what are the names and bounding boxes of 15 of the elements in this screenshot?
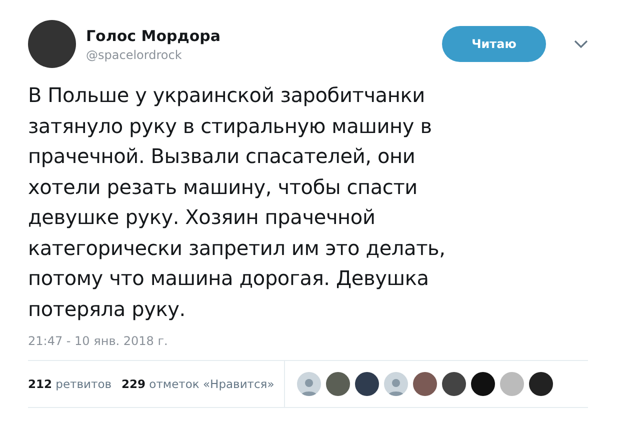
author-name[interactable]: Голос Мордора <box>86 26 432 44</box>
chevron-down-icon[interactable] <box>574 39 588 49</box>
avatar-photo-placeholder[interactable] <box>326 372 350 396</box>
tweet-text: В Польше у украинской заробитчанки затянуло руку в стиральную машину в прачечной. Вызвали спасателей, они хотели резать машину, чтобы спасти девушке руку. Хозяин прачечной категорически запретил им это делать, потому что машина дорогая. Девушка потеряла руку. <box>28 82 446 322</box>
stat-count[interactable]: 212 ретвитов <box>28 377 112 391</box>
stat-count[interactable]: 229 отметок «Нравится» <box>122 377 274 391</box>
avatar-photo-placeholder[interactable] <box>355 372 380 396</box>
default-avatar-icon[interactable] <box>297 372 322 396</box>
default-avatar-icon[interactable] <box>384 372 408 396</box>
avatar-photo-placeholder[interactable] <box>529 372 554 396</box>
avatar-photo-placeholder[interactable] <box>413 372 438 396</box>
avatar-photo-placeholder[interactable] <box>442 372 466 396</box>
author-handle: @spacelordrock <box>86 48 183 62</box>
avatar-photo-placeholder[interactable] <box>28 20 76 68</box>
avatar-photo-placeholder[interactable] <box>471 372 496 396</box>
